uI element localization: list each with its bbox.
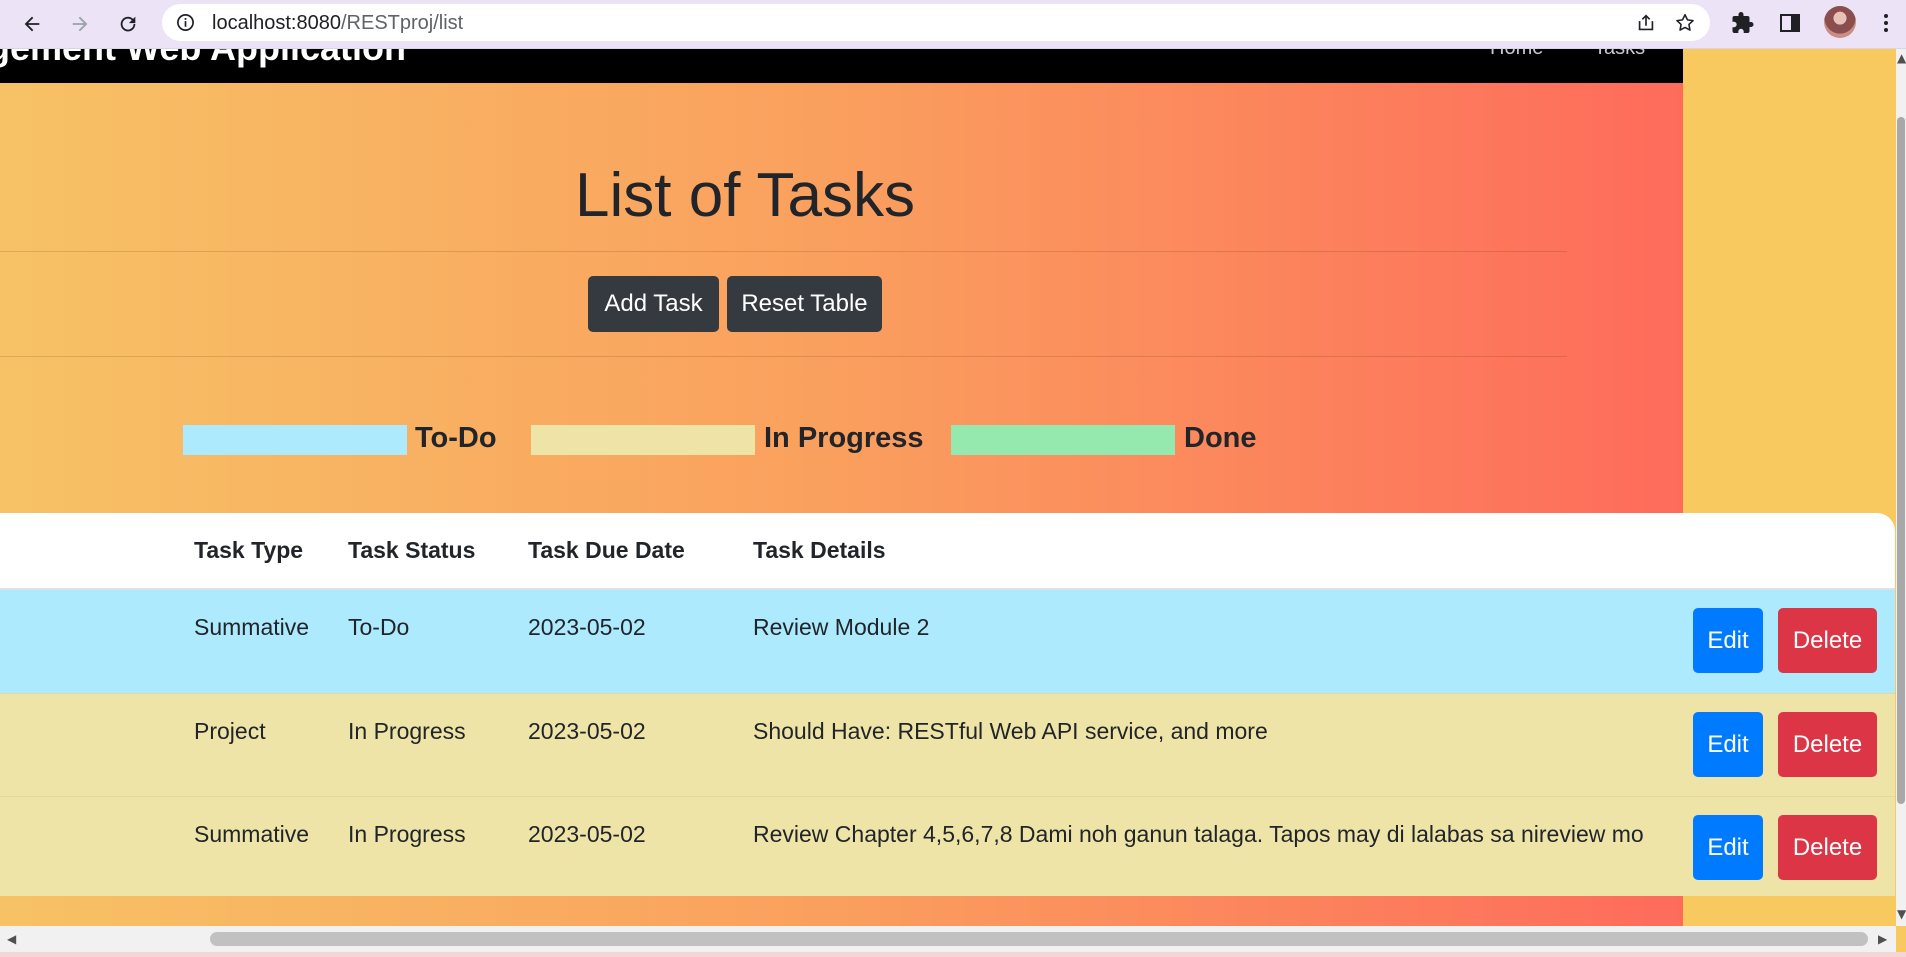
edit-button[interactable]: Edit [1693, 712, 1763, 777]
reset-table-button[interactable]: Reset Table [727, 276, 882, 332]
profile-avatar[interactable] [1824, 6, 1856, 38]
bookmark-star-icon[interactable] [1674, 12, 1696, 34]
top-navbar: gement Web Application Home Tasks [0, 49, 1683, 83]
page-title: List of Tasks [575, 161, 916, 230]
legend-swatch-in-progress [531, 425, 755, 455]
legend-swatch-todo [183, 425, 407, 455]
legend-label-done: Done [1184, 422, 1257, 454]
extensions-icon[interactable] [1729, 9, 1757, 37]
horizontal-scrollbar-thumb[interactable] [210, 932, 1868, 946]
table-row: Summative In Progress 2023-05-02 Review … [0, 796, 1895, 896]
navbar-brand[interactable]: gement Web Application [0, 49, 406, 69]
url-path: /RESTproj/list [340, 12, 464, 34]
tasks-table: Task Type Task Status Task Due Date Task… [0, 513, 1895, 896]
divider-top [0, 251, 1567, 252]
horizontal-scrollbar[interactable]: ◀ ▶ [0, 926, 1896, 952]
cell-task-status: In Progress [348, 821, 466, 847]
table-row: Summative To-Do 2023-05-02 Review Module… [0, 590, 1895, 693]
scroll-right-arrow-icon[interactable]: ▶ [1878, 932, 1887, 946]
window-bottom-edge [0, 952, 1906, 957]
menu-icon[interactable] [1872, 9, 1900, 37]
edit-button[interactable]: Edit [1693, 815, 1763, 880]
delete-button[interactable]: Delete [1778, 712, 1877, 777]
cell-task-type: Project [194, 718, 266, 744]
divider-bottom [0, 356, 1567, 357]
url-text[interactable]: localhost:8080/RESTproj/list [212, 12, 463, 35]
delete-button[interactable]: Delete [1778, 815, 1877, 880]
page-viewport: gement Web Application Home Tasks List o… [0, 49, 1896, 926]
table-row: Project In Progress 2023-05-02 Should Ha… [0, 693, 1895, 796]
cell-task-due-date: 2023-05-02 [528, 718, 646, 744]
cell-task-status: To-Do [348, 614, 410, 640]
scroll-down-arrow-icon[interactable]: ▼ [1897, 907, 1906, 921]
nav-link-tasks[interactable]: Tasks [1594, 49, 1645, 60]
reload-icon[interactable] [112, 8, 144, 40]
cell-task-type: Summative [194, 821, 310, 847]
column-header-task-status: Task Status [348, 537, 476, 563]
forward-icon[interactable] [64, 8, 96, 40]
add-task-button[interactable]: Add Task [588, 276, 719, 332]
back-icon[interactable] [16, 8, 48, 40]
side-panel-icon[interactable] [1776, 9, 1804, 37]
cell-task-type: Summative [194, 614, 310, 640]
delete-button[interactable]: Delete [1778, 608, 1877, 673]
cell-task-due-date: 2023-05-02 [528, 821, 646, 847]
url-host: localhost:8080 [212, 12, 341, 34]
scroll-up-arrow-icon[interactable]: ▲ [1897, 51, 1906, 65]
legend-label-todo: To-Do [415, 422, 497, 454]
address-bar[interactable]: localhost:8080/RESTproj/list [162, 4, 1710, 41]
edit-button[interactable]: Edit [1693, 608, 1763, 673]
cell-task-details: Review Module 2 [753, 614, 930, 640]
cell-task-due-date: 2023-05-02 [528, 614, 646, 640]
site-info-icon[interactable] [176, 13, 195, 32]
legend-swatch-done [951, 425, 1175, 455]
column-header-task-type: Task Type [194, 537, 304, 563]
nav-link-home[interactable]: Home [1490, 49, 1543, 60]
column-header-task-details: Task Details [753, 537, 886, 563]
cell-task-status: In Progress [348, 718, 466, 744]
share-icon[interactable] [1635, 12, 1657, 34]
cell-task-details: Should Have: RESTful Web API service, an… [753, 718, 1268, 744]
vertical-scrollbar[interactable]: ▲ ▼ [1896, 49, 1906, 926]
legend-label-in-progress: In Progress [764, 422, 924, 454]
scroll-left-arrow-icon[interactable]: ◀ [7, 932, 16, 946]
browser-toolbar: localhost:8080/RESTproj/list [0, 0, 1906, 49]
cell-task-details: Review Chapter 4,5,6,7,8 Dami noh ganun … [753, 821, 1644, 847]
vertical-scrollbar-thumb[interactable] [1897, 117, 1905, 804]
column-header-task-due-date: Task Due Date [528, 537, 685, 563]
